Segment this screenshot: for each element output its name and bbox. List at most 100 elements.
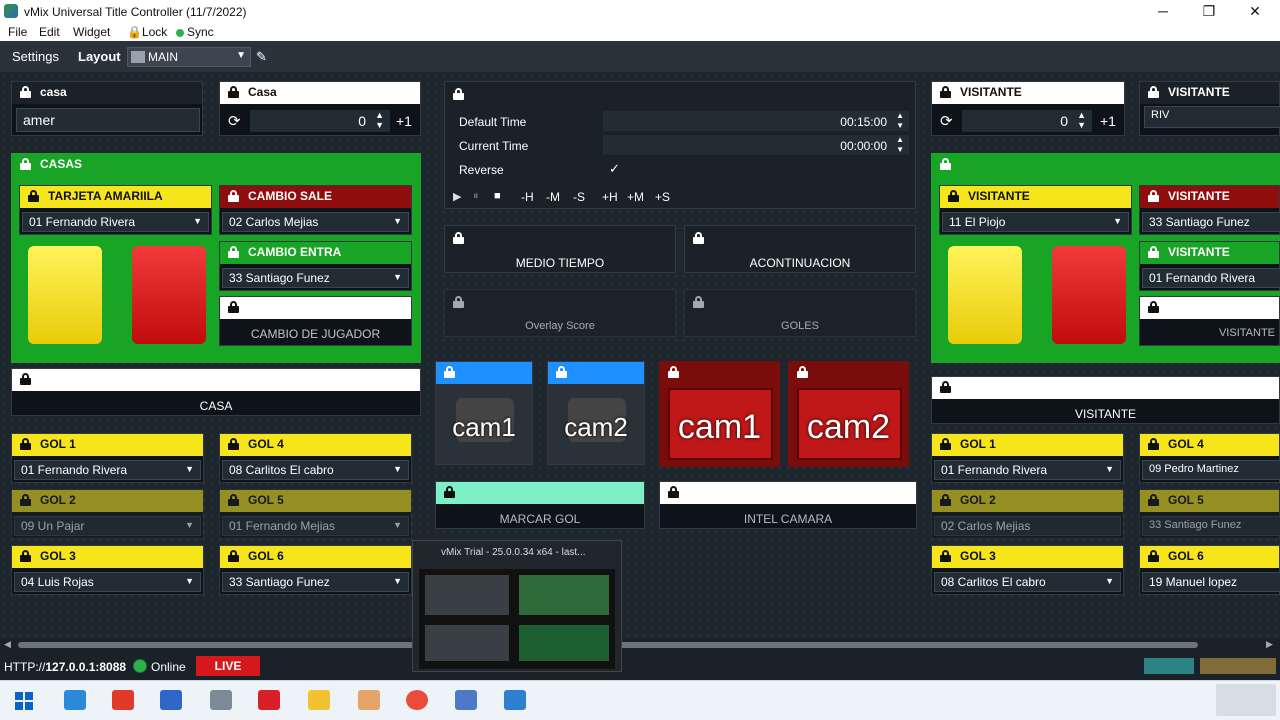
home-team-widget[interactable]: CASA <box>11 368 421 416</box>
away-sub-in-select[interactable]: 01 Fernando Rivera <box>1142 268 1280 288</box>
away-goal-select[interactable]: 09 Pedro Martinez <box>1142 460 1280 480</box>
system-clock[interactable] <box>1216 684 1276 716</box>
red-card-button[interactable] <box>1052 246 1126 344</box>
lock-icon[interactable] <box>228 494 239 506</box>
stepper-arrows-icon[interactable]: ▲ ▼ <box>896 135 904 155</box>
home-goal-select[interactable]: 08 Carlitos El cabro ▼ <box>222 460 409 480</box>
minimize-button[interactable]: ─ <box>1140 0 1186 24</box>
home-goal-select[interactable]: 33 Santiago Funez ▼ <box>222 572 409 592</box>
lock-icon[interactable] <box>228 246 239 258</box>
lock-icon[interactable] <box>228 301 239 313</box>
lock-icon[interactable] <box>948 190 959 202</box>
away-yellow-player-select[interactable]: 11 El Piojo ▼ <box>942 212 1129 232</box>
lock-icon[interactable] <box>940 438 951 450</box>
lock-icon[interactable] <box>1148 86 1159 98</box>
status-pill-amber[interactable] <box>1200 658 1276 674</box>
lock-icon[interactable] <box>940 550 951 562</box>
home-sub-in-select[interactable]: 33 Santiago Funez ▼ <box>222 268 409 288</box>
menu-lock[interactable]: 🔒Lock <box>127 25 167 39</box>
taskbar-folder-icon[interactable] <box>308 690 330 710</box>
lock-icon[interactable] <box>693 232 704 244</box>
intel-camera-widget[interactable]: INTEL CAMARA <box>659 481 917 529</box>
plus-second-button[interactable]: +S <box>655 190 670 204</box>
reset-icon[interactable]: ⟳ <box>940 112 953 130</box>
lock-icon[interactable] <box>228 438 239 450</box>
lock-icon[interactable] <box>453 296 464 308</box>
stepper-arrows-icon[interactable]: ▲ ▼ <box>1077 110 1086 130</box>
horizontal-scrollbar[interactable]: ◀ ▶ <box>0 638 1280 652</box>
reverse-checkbox[interactable]: ✓ <box>609 161 620 177</box>
lock-icon[interactable] <box>940 494 951 506</box>
close-button[interactable]: ✕ <box>1232 0 1278 24</box>
cam1-live-widget[interactable]: cam1 <box>659 361 780 467</box>
lock-icon[interactable] <box>444 486 455 498</box>
taskbar-app-icon[interactable] <box>258 690 280 710</box>
home-goal-select[interactable]: 01 Fernando Mejias ▼ <box>222 516 409 536</box>
lock-icon[interactable] <box>668 486 679 498</box>
yellow-card-button[interactable] <box>948 246 1022 344</box>
stop-icon[interactable]: ■ <box>494 190 501 202</box>
lock-icon[interactable] <box>1148 438 1159 450</box>
plus-hour-button[interactable]: +H <box>602 190 618 204</box>
lock-icon[interactable] <box>453 232 464 244</box>
taskbar-app-icon[interactable] <box>160 690 182 710</box>
menu-file[interactable]: File <box>8 25 27 39</box>
settings-tab[interactable]: Settings <box>12 49 59 64</box>
home-yellow-player-select[interactable]: 01 Fernando Rivera ▼ <box>22 212 209 232</box>
cam2-widget[interactable]: cam2 <box>547 361 645 465</box>
overlay-score-widget[interactable]: Overlay Score <box>444 289 676 337</box>
home-goal-select[interactable]: 01 Fernando Rivera ▼ <box>14 460 201 480</box>
lock-icon[interactable] <box>1148 190 1159 202</box>
home-score-stepper[interactable]: 0 ▲ ▼ <box>250 110 390 132</box>
home-goal-select[interactable]: 09 Un Pajar ▼ <box>14 516 201 536</box>
away-goal-select[interactable]: 01 Fernando Rivera ▼ <box>934 460 1121 480</box>
windows-start-icon[interactable] <box>15 692 33 710</box>
mark-goal-widget[interactable]: MARCAR GOL <box>435 481 645 529</box>
taskbar-chrome-icon[interactable] <box>406 690 428 710</box>
away-goal-select[interactable]: 08 Carlitos El cabro ▼ <box>934 572 1121 592</box>
scroll-left-icon[interactable]: ◀ <box>4 639 11 650</box>
lock-icon[interactable] <box>444 366 455 378</box>
home-score-plus-one[interactable]: +1 <box>396 113 412 129</box>
home-name-input[interactable]: amer <box>16 108 200 132</box>
yellow-card-button[interactable] <box>28 246 102 344</box>
away-name-input[interactable]: RIV <box>1144 106 1280 128</box>
lock-icon[interactable] <box>940 86 951 98</box>
away-score-stepper[interactable]: 0 ▲ ▼ <box>962 110 1092 132</box>
layout-select[interactable]: MAIN ▼ <box>127 47 251 67</box>
taskbar-app-icon[interactable] <box>64 690 86 710</box>
reset-icon[interactable]: ⟳ <box>228 112 241 130</box>
menu-widget[interactable]: Widget <box>73 25 110 39</box>
goals-widget[interactable]: GOLES <box>684 289 916 337</box>
cam2-live-widget[interactable]: cam2 <box>788 361 909 467</box>
menu-edit[interactable]: Edit <box>39 25 60 39</box>
layout-tab[interactable]: Layout <box>78 49 121 64</box>
away-team-widget[interactable]: VISITANTE <box>931 376 1280 424</box>
lock-icon[interactable] <box>556 366 567 378</box>
lock-icon[interactable] <box>940 158 951 170</box>
lock-icon[interactable] <box>20 438 31 450</box>
taskbar-app-icon[interactable] <box>210 690 232 710</box>
away-goal-select[interactable]: 19 Manuel lopez <box>1142 572 1280 592</box>
lock-icon[interactable] <box>940 381 951 393</box>
lock-icon[interactable] <box>20 158 31 170</box>
minus-second-button[interactable]: -S <box>573 190 585 204</box>
taskbar-app-icon[interactable] <box>112 690 134 710</box>
next-widget[interactable]: ACONTINUACION <box>684 225 916 273</box>
lock-icon[interactable] <box>20 373 31 385</box>
lock-icon[interactable] <box>228 550 239 562</box>
away-goal-select[interactable]: 02 Carlos Mejias <box>934 516 1121 536</box>
menu-sync[interactable]: Sync <box>176 25 214 39</box>
plus-minute-button[interactable]: +M <box>627 190 644 204</box>
lock-icon[interactable] <box>20 550 31 562</box>
maximize-button[interactable]: ❐ <box>1186 0 1232 24</box>
server-url[interactable]: HTTP://127.0.0.1:8088 <box>4 660 126 674</box>
half-time-widget[interactable]: MEDIO TIEMPO <box>444 225 676 273</box>
live-badge[interactable]: LIVE <box>196 656 260 676</box>
default-time-input[interactable]: 00:15:00 ▲ ▼ <box>603 111 909 131</box>
taskbar-thumbnail-preview[interactable]: vMix Trial - 25.0.0.34 x64 - last... <box>412 540 622 672</box>
red-card-button[interactable] <box>132 246 206 344</box>
lock-icon[interactable] <box>28 190 39 202</box>
cam1-widget[interactable]: cam1 <box>435 361 533 465</box>
home-sub-button-widget[interactable]: CAMBIO DE JUGADOR <box>219 296 412 346</box>
